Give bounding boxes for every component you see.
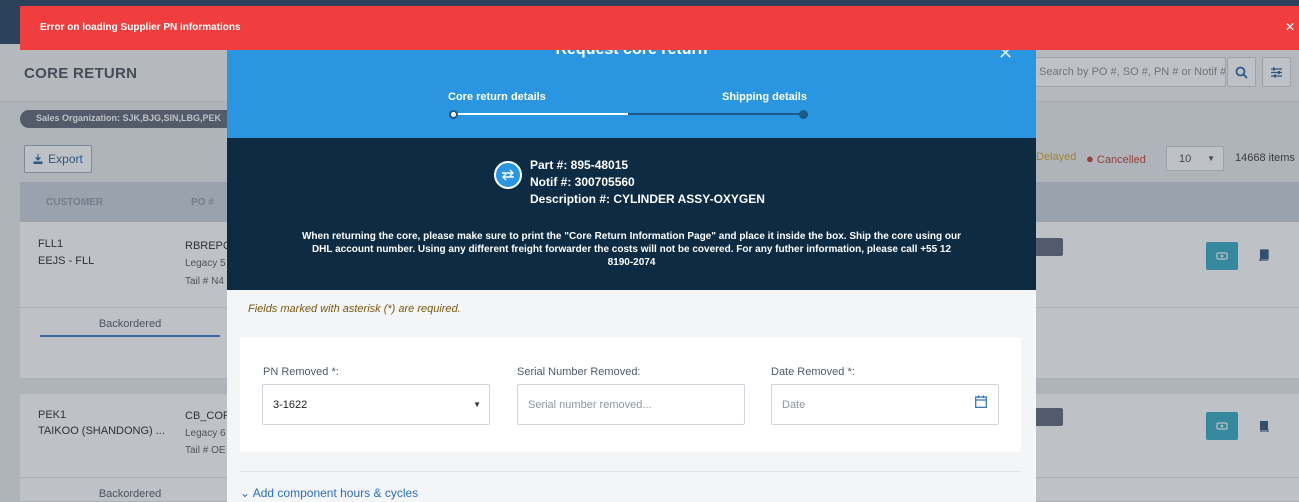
pn-removed-select[interactable]: 3-1622 ▼: [262, 384, 490, 425]
pn-removed-label: PN Removed *:: [263, 366, 339, 378]
part-info-panel: Part #: 895-48015 Notif #: 300705560 Des…: [227, 138, 1036, 290]
step-marker-current: [449, 110, 458, 119]
part-number: Part #: 895-48015: [530, 158, 629, 172]
caret-down-icon: ▼: [473, 400, 481, 409]
pn-removed-label-text: PN Removed: [263, 366, 329, 378]
swap-arrows-icon: [494, 161, 522, 189]
required-asterisk: *:: [847, 366, 855, 378]
serial-removed-input[interactable]: Serial number removed...: [517, 384, 745, 425]
request-core-return-modal: Request core return ✕ Core return detail…: [227, 24, 1036, 502]
add-component-hours-link[interactable]: ⌄ Add component hours & cycles: [240, 486, 418, 500]
step-shipping-details[interactable]: Shipping details: [722, 91, 807, 103]
step-marker-next: [799, 110, 808, 119]
step-progress-remaining: [628, 113, 803, 115]
calendar-icon[interactable]: [975, 395, 987, 408]
serial-removed-label: Serial Number Removed:: [517, 366, 641, 378]
notif-number: Notif #: 300705560: [530, 175, 635, 189]
part-description: Description #: CYLINDER ASSY-OXYGEN: [530, 192, 765, 206]
date-removed-input[interactable]: Date: [771, 384, 999, 425]
error-message: Error on loading Supplier PN information…: [40, 22, 241, 33]
error-toast: Error on loading Supplier PN information…: [20, 6, 1299, 50]
core-return-form: PN Removed *: 3-1622 ▼ Serial Number Rem…: [240, 337, 1021, 452]
divider: [240, 471, 1021, 472]
close-icon[interactable]: ✕: [1285, 20, 1295, 34]
step-core-return-details[interactable]: Core return details: [448, 91, 546, 103]
return-instructions: When returning the core, please make sur…: [301, 231, 962, 268]
step-progress-complete: [453, 113, 628, 115]
serial-removed-placeholder: Serial number removed...: [528, 399, 652, 411]
date-removed-placeholder: Date: [782, 399, 806, 411]
required-fields-note: Fields marked with asterisk (*) are requ…: [248, 303, 461, 315]
add-component-hours-label: Add component hours & cycles: [252, 486, 419, 500]
date-removed-label: Date Removed *:: [771, 366, 855, 378]
pn-removed-value: 3-1622: [273, 399, 308, 411]
required-asterisk: *:: [331, 366, 339, 378]
chevron-down-icon: ⌄: [240, 486, 251, 500]
date-removed-label-text: Date Removed: [771, 366, 845, 378]
